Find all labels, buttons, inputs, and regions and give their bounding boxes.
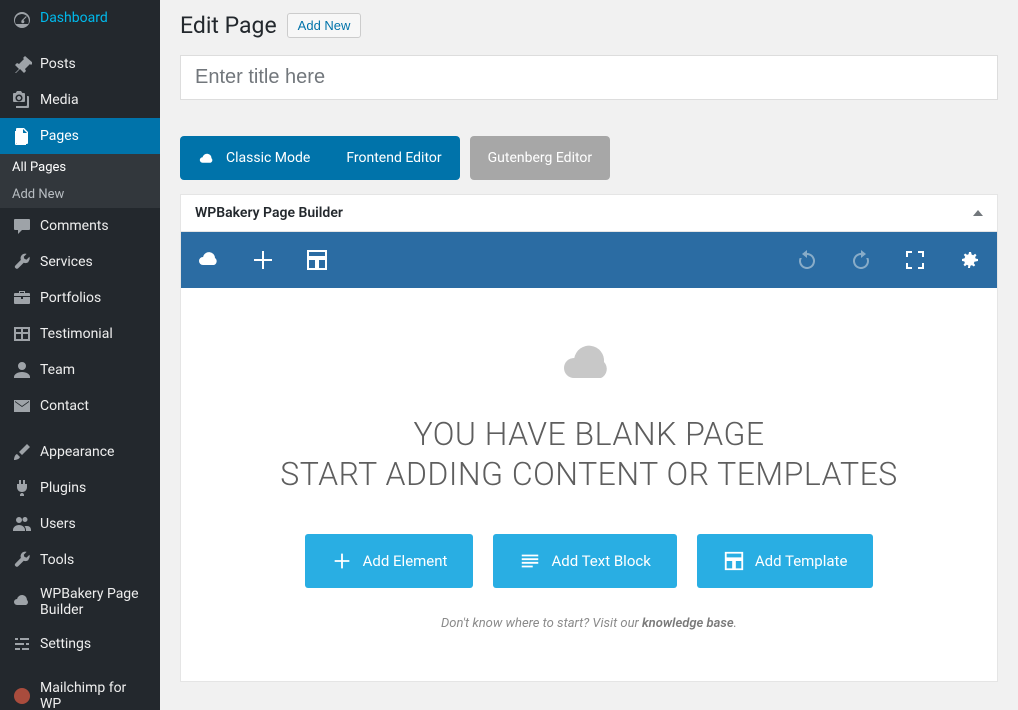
text-lines-icon <box>519 550 541 572</box>
plus-icon <box>331 550 353 572</box>
add-element-button[interactable]: Add Element <box>305 534 474 588</box>
sidebar-item-wpbakery[interactable]: WPBakery Page Builder <box>0 578 160 626</box>
sidebar-item-label: Portfolios <box>40 290 101 306</box>
grid-icon <box>12 324 32 344</box>
undo-icon[interactable] <box>795 248 819 272</box>
sidebar-item-label: Appearance <box>40 444 114 460</box>
sidebar-item-label: Team <box>40 362 75 378</box>
user-icon <box>12 360 32 380</box>
sidebar-item-tools[interactable]: Tools <box>0 542 160 578</box>
sidebar-item-label: WPBakery Page Builder <box>40 586 148 618</box>
sidebar-item-mailchimp[interactable]: Mailchimp for WP <box>0 672 160 710</box>
sidebar-item-posts[interactable]: Posts <box>0 46 160 82</box>
plug-icon <box>12 478 32 498</box>
sidebar-item-label: Services <box>40 254 93 270</box>
blank-content-area: YOU HAVE BLANK PAGE START ADDING CONTENT… <box>181 288 997 681</box>
sidebar-item-testimonial[interactable]: Testimonial <box>0 316 160 352</box>
page-header: Edit Page Add New <box>180 0 998 55</box>
wrench-icon <box>12 252 32 272</box>
sidebar-item-label: Posts <box>40 56 76 72</box>
users-icon <box>12 514 32 534</box>
sidebar-item-label: Plugins <box>40 480 86 496</box>
sidebar-item-appearance[interactable]: Appearance <box>0 434 160 470</box>
editor-mode-tabs: Classic Mode Frontend Editor Gutenberg E… <box>180 136 998 180</box>
separator <box>0 36 160 46</box>
separator <box>0 662 160 672</box>
title-input[interactable] <box>180 55 998 100</box>
sidebar-item-team[interactable]: Team <box>0 352 160 388</box>
portfolio-icon <box>12 288 32 308</box>
gear-icon[interactable] <box>957 248 981 272</box>
mail-icon <box>12 396 32 416</box>
page-title: Edit Page <box>180 12 277 39</box>
sliders-icon <box>12 634 32 654</box>
admin-sidebar: Dashboard Posts Media Pages All Pages Ad… <box>0 0 160 710</box>
sidebar-item-pages[interactable]: Pages <box>0 118 160 154</box>
sidebar-item-media[interactable]: Media <box>0 82 160 118</box>
wpbakery-tabs: Classic Mode Frontend Editor <box>180 136 460 180</box>
tab-frontend-editor[interactable]: Frontend Editor <box>328 136 459 180</box>
cloud-placeholder-icon <box>559 338 619 384</box>
knowledge-base-hint: Don't know where to start? Visit our kno… <box>221 616 957 631</box>
pin-icon <box>12 54 32 74</box>
sidebar-item-services[interactable]: Services <box>0 244 160 280</box>
sidebar-item-label: Mailchimp for WP <box>40 680 148 710</box>
add-text-block-button[interactable]: Add Text Block <box>493 534 676 588</box>
sidebar-sub-all-pages[interactable]: All Pages <box>0 154 160 181</box>
sidebar-item-label: Contact <box>40 398 89 414</box>
sidebar-item-settings[interactable]: Settings <box>0 626 160 662</box>
templates-icon[interactable] <box>305 248 329 272</box>
sidebar-item-label: Settings <box>40 636 91 652</box>
sidebar-item-plugins[interactable]: Plugins <box>0 470 160 506</box>
fullscreen-icon[interactable] <box>903 248 927 272</box>
add-template-button[interactable]: Add Template <box>697 534 874 588</box>
panel-title: WPBakery Page Builder <box>195 205 343 221</box>
sidebar-item-label: Comments <box>40 218 109 234</box>
tab-gutenberg-editor[interactable]: Gutenberg Editor <box>470 136 611 180</box>
sidebar-submenu-pages: All Pages Add New <box>0 154 160 208</box>
pages-icon <box>12 126 32 146</box>
blank-heading: YOU HAVE BLANK PAGE START ADDING CONTENT… <box>221 414 957 494</box>
template-icon <box>723 550 745 572</box>
add-element-icon[interactable] <box>251 248 275 272</box>
sidebar-item-label: Dashboard <box>40 10 108 26</box>
sidebar-item-dashboard[interactable]: Dashboard <box>0 0 160 36</box>
sidebar-sub-add-new[interactable]: Add New <box>0 181 160 208</box>
cta-row: Add Element Add Text Block Add Template <box>221 534 957 588</box>
redo-icon[interactable] <box>849 248 873 272</box>
knowledge-base-link[interactable]: knowledge base <box>642 616 734 631</box>
mailchimp-icon <box>12 686 32 706</box>
tab-classic-mode[interactable]: Classic Mode <box>180 136 328 180</box>
wrench-icon <box>12 550 32 570</box>
sidebar-item-label: Users <box>40 516 76 532</box>
panel-header[interactable]: WPBakery Page Builder <box>181 195 997 232</box>
sidebar-item-label: Media <box>40 92 79 108</box>
sidebar-item-label: Pages <box>40 128 79 144</box>
sidebar-item-label: Testimonial <box>40 326 113 342</box>
sidebar-item-users[interactable]: Users <box>0 506 160 542</box>
collapse-triangle-icon <box>973 210 983 216</box>
sidebar-item-label: Tools <box>40 552 74 568</box>
comment-icon <box>12 216 32 236</box>
brush-icon <box>12 442 32 462</box>
sidebar-item-comments[interactable]: Comments <box>0 208 160 244</box>
dashboard-icon <box>12 8 32 28</box>
sidebar-item-contact[interactable]: Contact <box>0 388 160 424</box>
main-content: Edit Page Add New Classic Mode Frontend … <box>160 0 1018 710</box>
add-new-button[interactable]: Add New <box>287 13 362 38</box>
separator <box>0 424 160 434</box>
builder-toolbar <box>181 232 997 288</box>
wpbakery-logo-icon[interactable] <box>197 248 221 272</box>
wpbakery-panel: WPBakery Page Builder YOU HAVE BLANK PAG… <box>180 194 998 682</box>
sidebar-item-portfolios[interactable]: Portfolios <box>0 280 160 316</box>
media-icon <box>12 90 32 110</box>
cloud-icon <box>198 151 216 165</box>
cloud-icon <box>12 592 32 612</box>
